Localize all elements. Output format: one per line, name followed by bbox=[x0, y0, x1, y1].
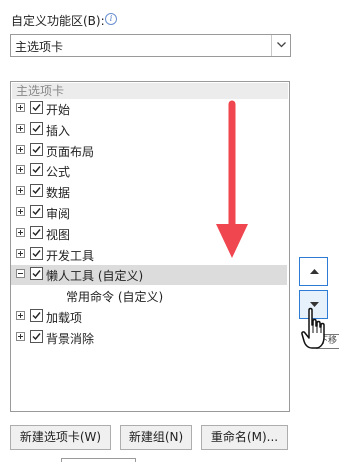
tree-item-label: 开始 bbox=[46, 103, 71, 117]
dropdown-value: 主选项卡 bbox=[15, 40, 64, 54]
expand-icon[interactable] bbox=[16, 227, 25, 237]
tab-checkbox[interactable] bbox=[30, 267, 43, 281]
tree-item-label: 审阅 bbox=[46, 207, 71, 221]
tree-item-label: 加载项 bbox=[46, 311, 83, 325]
expand-icon[interactable] bbox=[16, 165, 25, 175]
checkmark-icon bbox=[32, 145, 41, 153]
checkmark-icon bbox=[32, 332, 41, 340]
tab-checkbox[interactable] bbox=[30, 205, 43, 218]
annotation-arrow-icon bbox=[216, 100, 248, 258]
expand-icon[interactable] bbox=[16, 331, 25, 341]
collapse-icon[interactable] bbox=[16, 269, 25, 279]
expand-icon[interactable] bbox=[16, 103, 25, 112]
expand-icon[interactable] bbox=[16, 248, 25, 258]
tab-checkbox[interactable] bbox=[30, 184, 43, 198]
move-up-icon bbox=[310, 269, 319, 274]
tab-checkbox[interactable] bbox=[30, 163, 43, 177]
checkmark-icon bbox=[32, 270, 41, 278]
checkmark-icon bbox=[32, 312, 41, 320]
new-group-button[interactable]: 新建组(N) bbox=[120, 425, 192, 450]
tree-item-label: 开发工具 bbox=[46, 248, 95, 263]
dropdown-arrow-icon[interactable] bbox=[271, 35, 290, 56]
checkmark-icon bbox=[32, 208, 41, 216]
tree-group-item[interactable]: 常用命令 (自定义) bbox=[11, 286, 287, 306]
tree-item-label: 插入 bbox=[46, 123, 71, 138]
tab-checkbox[interactable] bbox=[30, 225, 43, 239]
checkmark-icon bbox=[32, 249, 41, 257]
expand-icon[interactable] bbox=[16, 311, 25, 320]
checkmark-icon bbox=[32, 124, 41, 132]
expand-icon[interactable] bbox=[16, 123, 25, 133]
bottom-control-edge bbox=[61, 458, 136, 462]
tree-item-label: 懒人工具 (自定义) bbox=[46, 269, 144, 284]
move-up-button[interactable] bbox=[299, 257, 328, 286]
tab-checkbox[interactable] bbox=[30, 101, 43, 114]
tree-item-label: 页面布局 bbox=[46, 144, 95, 159]
tree-item-label: 背景消除 bbox=[46, 331, 95, 346]
checkmark-icon bbox=[32, 166, 41, 174]
tab-checkbox[interactable] bbox=[30, 246, 43, 260]
info-icon[interactable]: i bbox=[105, 13, 117, 25]
customize-ribbon-label: 自定义功能区(B): bbox=[11, 14, 105, 28]
tree-tab-item[interactable]: 加载项 bbox=[11, 307, 287, 327]
expand-icon[interactable] bbox=[16, 186, 25, 196]
tree-tab-item[interactable]: 懒人工具 (自定义) bbox=[11, 265, 287, 286]
tree-item-label: 常用命令 (自定义) bbox=[66, 290, 164, 305]
tab-checkbox[interactable] bbox=[30, 329, 43, 343]
tab-checkbox[interactable] bbox=[30, 121, 43, 135]
rename-button[interactable]: 重命名(M)... bbox=[201, 425, 288, 450]
new-tab-button[interactable]: 新建选项卡(W) bbox=[10, 425, 111, 450]
tree-header: 主选项卡 bbox=[12, 83, 288, 99]
expand-icon[interactable] bbox=[16, 207, 25, 216]
ribbon-tabs-dropdown[interactable]: 主选项卡 bbox=[10, 34, 291, 57]
checkmark-icon bbox=[32, 104, 41, 112]
tab-checkbox[interactable] bbox=[30, 142, 43, 156]
checkmark-icon bbox=[32, 228, 41, 236]
tree-item-label: 公式 bbox=[46, 165, 71, 180]
checkmark-icon bbox=[32, 187, 41, 195]
tab-checkbox[interactable] bbox=[30, 309, 43, 322]
expand-icon[interactable] bbox=[16, 144, 25, 154]
hand-cursor-icon bbox=[301, 307, 325, 349]
tree-item-label: 数据 bbox=[46, 186, 71, 201]
tree-item-label: 视图 bbox=[46, 227, 71, 242]
tree-tab-item[interactable]: 背景消除 bbox=[11, 328, 287, 348]
